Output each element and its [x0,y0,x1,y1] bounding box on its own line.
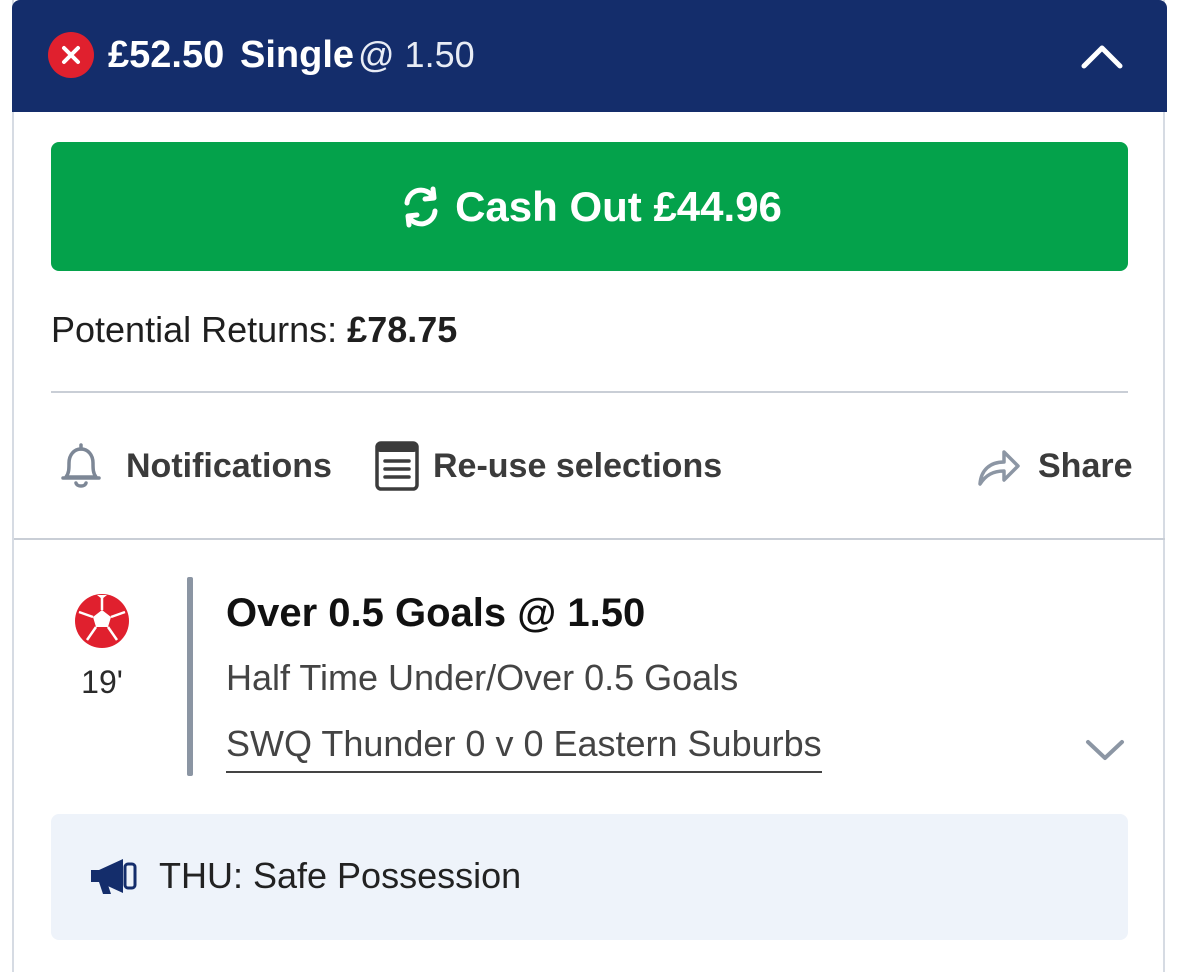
bell-icon [61,443,101,488]
potential-returns-value: £78.75 [347,309,458,350]
chevron-down-icon[interactable] [1084,736,1126,764]
refresh-icon [404,186,438,227]
share-button[interactable]: Share [976,440,1133,492]
share-label: Share [1038,446,1133,485]
reuse-selections-button[interactable]: Re-use selections [375,440,722,492]
potential-returns-label: Potential Returns: [51,309,338,350]
bet-header[interactable]: £52.50 Single @ 1.50 [12,0,1167,112]
document-icon [375,441,419,491]
potential-returns: Potential Returns: £78.75 [51,306,457,354]
selection-title: Over 0.5 Goals @ 1.50 [226,591,646,635]
divider [51,391,1128,393]
promo-banner: THU: Safe Possession [51,814,1128,940]
megaphone-icon [91,859,137,894]
football-icon [75,594,129,648]
share-arrow-icon [978,450,1020,486]
bet-type: Single [240,34,355,76]
chevron-up-icon[interactable] [1080,38,1124,72]
notifications-label: Notifications [126,446,332,485]
cash-out-button[interactable]: Cash Out £44.96 [51,142,1128,271]
section-divider [14,538,1165,540]
event-link[interactable]: SWQ Thunder 0 v 0 Eastern Suburbs [226,721,822,773]
selection-rule [187,577,193,776]
bet-stake: £52.50 [108,34,225,76]
notifications-button[interactable]: Notifications [58,440,332,492]
market-name: Half Time Under/Over 0.5 Goals [226,657,739,698]
reuse-selections-label: Re-use selections [433,446,723,485]
bet-odds: @ 1.50 [358,34,475,75]
match-minute: 19' [81,664,123,700]
cash-out-label: Cash Out £44.96 [455,182,782,230]
promo-text: THU: Safe Possession [159,855,522,896]
close-circle-icon [48,32,94,78]
